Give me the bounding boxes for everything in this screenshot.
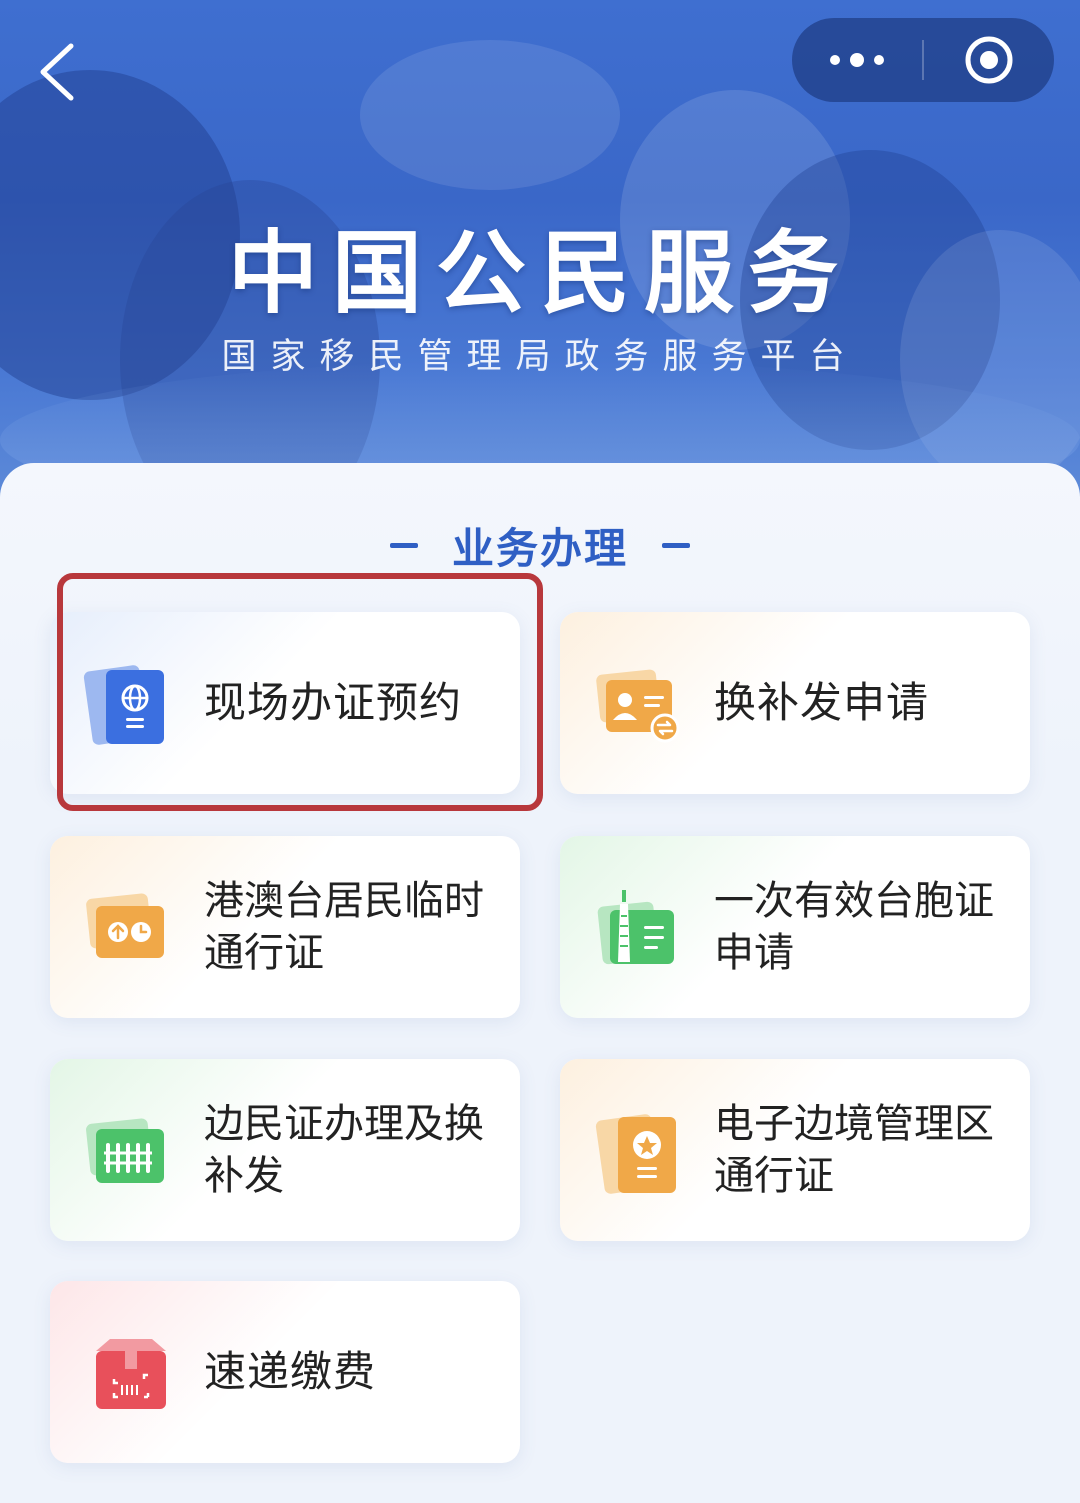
star-badge-card-icon (595, 1114, 676, 1194)
miniprogram-capsule (792, 18, 1054, 102)
hero-banner: 中国公民服务 国家移民管理局政务服务平台 (0, 0, 1080, 500)
service-label: 换补发申请 (714, 678, 930, 727)
target-circle-icon (965, 36, 1013, 84)
border-fence-card-icon (86, 1118, 164, 1183)
section-header: 业务办理 (0, 515, 1080, 575)
close-miniprogram-button[interactable] (924, 18, 1054, 102)
hero-photo-shape (360, 40, 620, 190)
service-card-hmt-permit[interactable]: 港澳台居民临时通行证 (50, 836, 520, 1018)
taiwan-tower-card-icon (597, 890, 674, 965)
service-card-border-resident[interactable]: 边民证办理及换补发 (50, 1059, 520, 1241)
service-card-express-payment[interactable]: 速递缴费 (50, 1281, 520, 1463)
section-dash-left (389, 542, 418, 548)
section-title: 业务办理 (451, 523, 628, 573)
service-label: 边民证办理及换补发 (204, 1101, 484, 1199)
service-label: 港澳台居民临时通行证 (204, 878, 484, 976)
service-card-border-zone-permit[interactable]: 电子边境管理区通行证 (560, 1059, 1030, 1241)
service-card-replacement[interactable]: 换补发申请 (560, 612, 1030, 794)
highlight-box (57, 573, 543, 811)
service-card-taiwan-permit[interactable]: 一次有效台胞证申请 (560, 836, 1030, 1018)
service-label: 速递缴费 (204, 1347, 377, 1396)
id-card-swap-icon (596, 669, 680, 743)
travel-permit-icon (86, 893, 164, 958)
section-dash-right (662, 542, 690, 548)
service-label: 一次有效台胞证申请 (714, 878, 994, 976)
service-label: 电子边境管理区通行证 (714, 1101, 994, 1199)
page-title: 中国公民服务 (228, 221, 852, 326)
more-dots-icon (830, 53, 884, 67)
back-button[interactable] (22, 32, 92, 112)
more-button[interactable] (792, 18, 922, 102)
chevron-left-icon (40, 43, 74, 101)
page-subtitle: 国家移民管理局政务服务平台 (221, 337, 859, 377)
parcel-scan-icon (96, 1339, 166, 1409)
